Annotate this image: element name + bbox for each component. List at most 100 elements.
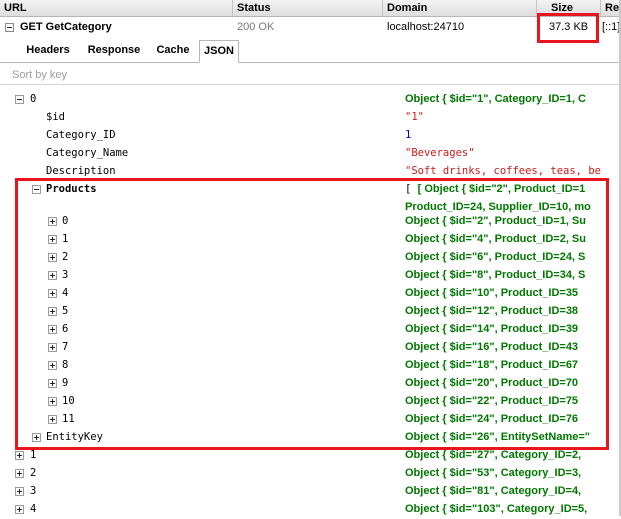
- expand-icon[interactable]: [48, 379, 57, 388]
- tree-node-product-item[interactable]: 9 Object { $id="20", Product_ID=70: [0, 375, 621, 393]
- tree-summary: Object { $id="6", Product_ID=24, S: [405, 251, 586, 263]
- tree-summary: Object { $id="20", Product_ID=70: [405, 377, 579, 389]
- tree-key: 3: [62, 269, 69, 281]
- divider: [0, 84, 621, 85]
- expand-icon[interactable]: [48, 343, 57, 352]
- tree-node-entitykey[interactable]: EntityKey Object { $id="26", EntitySetNa…: [0, 429, 621, 447]
- tree-summary: Object { $id="81", Category_ID=4,: [405, 485, 582, 497]
- tree-key: Category_ID: [46, 129, 116, 141]
- tree-key: Description: [46, 165, 116, 177]
- expand-icon[interactable]: [48, 235, 57, 244]
- tree-summary: Object { $id="18", Product_ID=67: [405, 359, 579, 371]
- column-domain[interactable]: Domain: [383, 0, 537, 16]
- expand-icon[interactable]: [15, 505, 24, 514]
- expand-icon[interactable]: [48, 361, 57, 370]
- tree-summary: Object { $id="10", Product_ID=35: [405, 287, 579, 299]
- column-header: URL Status Domain Size Re: [0, 0, 621, 17]
- tree-key: 1: [62, 233, 69, 245]
- tree-summary: Object { $id="14", Product_ID=39: [405, 323, 579, 335]
- tree-node-product-item[interactable]: 5 Object { $id="12", Product_ID=38: [0, 303, 621, 321]
- expand-icon[interactable]: [48, 289, 57, 298]
- tree-key: 5: [62, 305, 69, 317]
- tree-summary: Object { $id="12", Product_ID=38: [405, 305, 579, 317]
- tree-key: 0: [62, 215, 69, 227]
- tree-field: Category_ID 1: [0, 127, 621, 145]
- request-status: 200 OK: [237, 21, 275, 33]
- tree-summary: Object { $id="27", Category_ID=2,: [405, 449, 582, 461]
- tab-cache[interactable]: Cache: [150, 40, 196, 61]
- collapse-icon[interactable]: [15, 95, 24, 104]
- column-status[interactable]: Status: [233, 0, 383, 16]
- tree-node-product-item[interactable]: 2 Object { $id="6", Product_ID=24, S: [0, 249, 621, 267]
- tree-value: "Beverages": [405, 147, 475, 159]
- tree-summary: Object { $id="24", Product_ID=76: [405, 413, 579, 425]
- request-url: GET GetCategory: [20, 21, 112, 33]
- expand-icon[interactable]: [15, 469, 24, 478]
- tree-key: EntityKey: [46, 431, 103, 443]
- tree-key: 3: [30, 485, 37, 497]
- tree-key: 1: [30, 449, 37, 461]
- tree-node-sibling[interactable]: 1 Object { $id="27", Category_ID=2,: [0, 447, 621, 465]
- tree-key: $id: [46, 111, 65, 123]
- tree-summary: Object { $id="103", Category_ID=5,: [405, 503, 588, 515]
- tree-key: 0: [30, 93, 37, 105]
- request-domain: localhost:24710: [387, 21, 465, 33]
- tree-key: 11: [62, 413, 75, 425]
- request-row[interactable]: GET GetCategory 200 OK localhost:24710 3…: [0, 17, 621, 37]
- detail-tabs: Headers Response Cache JSON: [0, 38, 621, 63]
- tree-node-root[interactable]: 0 Object { $id="1", Category_ID=1, C: [0, 91, 621, 109]
- collapse-icon[interactable]: [5, 23, 14, 32]
- tree-node-product-item[interactable]: 4 Object { $id="10", Product_ID=35: [0, 285, 621, 303]
- tree-summary: Object { $id="1", Category_ID=1, C: [405, 93, 586, 105]
- expand-icon[interactable]: [15, 451, 24, 460]
- tab-headers[interactable]: Headers: [20, 40, 76, 61]
- tree-node-product-item[interactable]: 1 Object { $id="4", Product_ID=2, Su: [0, 231, 621, 249]
- expand-icon[interactable]: [48, 253, 57, 262]
- tree-value: 1: [405, 129, 412, 141]
- tab-json[interactable]: JSON: [199, 40, 239, 63]
- tree-summary-text: [ Object { $id="2", Product_ID=1: [417, 183, 586, 195]
- column-size[interactable]: Size: [537, 0, 601, 16]
- column-remote[interactable]: Re: [601, 0, 621, 16]
- expand-icon[interactable]: [48, 397, 57, 406]
- expand-icon[interactable]: [48, 271, 57, 280]
- tree-summary-continued: Product_ID=24, Supplier_ID=10, mo: [405, 201, 591, 213]
- collapse-icon[interactable]: [32, 185, 41, 194]
- tree-node-sibling[interactable]: 4 Object { $id="103", Category_ID=5,: [0, 501, 621, 519]
- tree-key: 6: [62, 323, 69, 335]
- column-url[interactable]: URL: [0, 0, 233, 16]
- tree-field: $id "1": [0, 109, 621, 127]
- tree-field: Category_Name "Beverages": [0, 145, 621, 163]
- expand-icon[interactable]: [48, 217, 57, 226]
- tree-node-sibling[interactable]: 2 Object { $id="53", Category_ID=3,: [0, 465, 621, 483]
- tree-node-product-item[interactable]: 3 Object { $id="8", Product_ID=34, S: [0, 267, 621, 285]
- tree-key: 2: [62, 251, 69, 263]
- tree-value: "Soft drinks, coffees, teas, be: [405, 165, 601, 177]
- expand-icon[interactable]: [48, 415, 57, 424]
- tree-node-product-item[interactable]: 0 Object { $id="2", Product_ID=1, Su: [0, 213, 621, 231]
- tree-node-product-item[interactable]: 8 Object { $id="18", Product_ID=67: [0, 357, 621, 375]
- tab-response[interactable]: Response: [82, 40, 146, 61]
- expand-icon[interactable]: [15, 487, 24, 496]
- tree-node-product-item[interactable]: 6 Object { $id="14", Product_ID=39: [0, 321, 621, 339]
- tree-node-product-item[interactable]: 7 Object { $id="16", Product_ID=43: [0, 339, 621, 357]
- sort-by-key-link[interactable]: Sort by key: [12, 69, 67, 81]
- expand-icon[interactable]: [48, 307, 57, 316]
- expand-icon[interactable]: [32, 433, 41, 442]
- tree-key: 4: [62, 287, 69, 299]
- tree-node-products[interactable]: Products [ [ Object { $id="2", Product_I…: [0, 181, 621, 217]
- tree-summary: Object { $id="16", Product_ID=43: [405, 341, 579, 353]
- tree-key: 8: [62, 359, 69, 371]
- tree-key: Category_Name: [46, 147, 129, 159]
- tree-value: "1": [405, 111, 424, 123]
- expand-icon[interactable]: [48, 325, 57, 334]
- tree-key: 7: [62, 341, 69, 353]
- tree-node-sibling[interactable]: 3 Object { $id="81", Category_ID=4,: [0, 483, 621, 501]
- tree-node-product-item[interactable]: 11 Object { $id="24", Product_ID=76: [0, 411, 621, 429]
- tree-summary: [ [ Object { $id="2", Product_ID=1: [405, 183, 586, 195]
- tree-summary: Object { $id="26", EntitySetName=": [405, 431, 590, 443]
- tree-summary: Object { $id="22", Product_ID=75: [405, 395, 579, 407]
- tree-summary: Object { $id="53", Category_ID=3,: [405, 467, 582, 479]
- tree-node-product-item[interactable]: 10 Object { $id="22", Product_ID=75: [0, 393, 621, 411]
- tree-key: 10: [62, 395, 75, 407]
